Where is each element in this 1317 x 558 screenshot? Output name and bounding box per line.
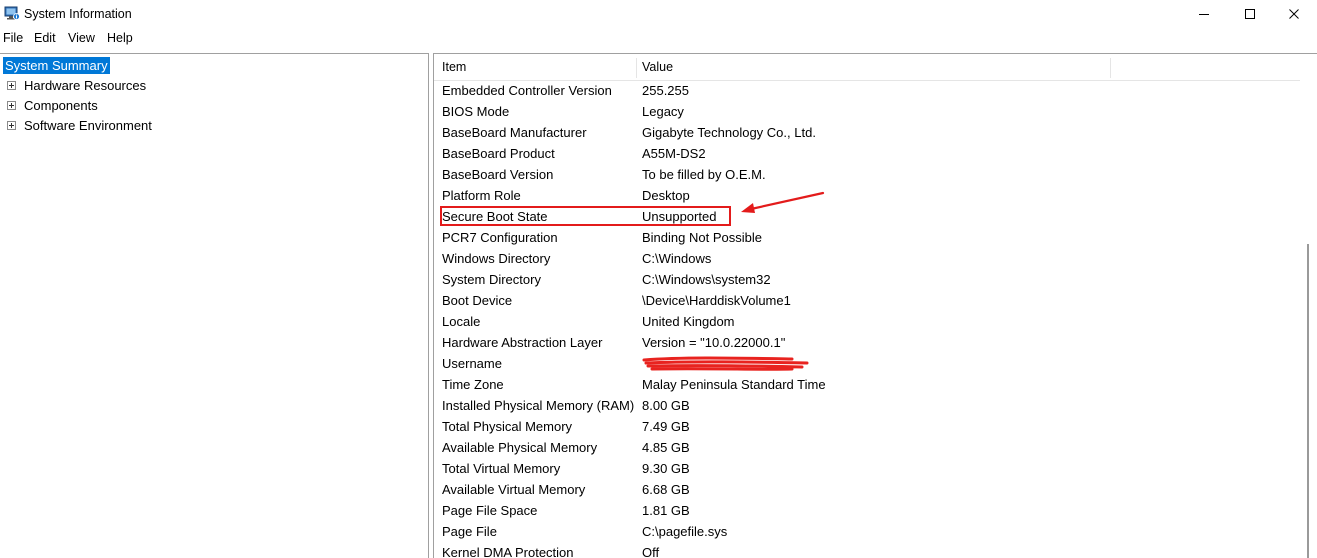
minimize-button[interactable] <box>1181 0 1227 28</box>
table-row[interactable]: Windows Directory C:\Windows <box>434 248 1300 269</box>
menu-edit[interactable]: Edit <box>34 31 56 45</box>
item-cell: Hardware Abstraction Layer <box>442 335 603 350</box>
item-cell: Total Physical Memory <box>442 419 573 434</box>
value-cell: Version = "10.0.22000.1" <box>642 335 786 350</box>
list-header: Item Value <box>434 54 1300 81</box>
value-cell: Desktop <box>642 188 690 203</box>
vertical-scrollbar[interactable] <box>1300 54 1317 558</box>
table-row[interactable]: Available Virtual Memory 6.68 GB <box>434 479 1300 500</box>
item-cell: PCR7 Configuration <box>442 230 558 245</box>
table-row[interactable]: Page File Space 1.81 GB <box>434 500 1300 521</box>
value-cell: 7.49 GB <box>642 419 690 434</box>
value-cell: C:\Windows\system32 <box>642 272 771 287</box>
item-cell: Locale <box>442 314 481 329</box>
item-cell: Page File Space <box>442 503 538 518</box>
table-row[interactable]: Embedded Controller Version 255.255 <box>434 80 1300 101</box>
item-cell: Available Physical Memory <box>442 440 598 455</box>
value-cell: \Device\HarddiskVolume1 <box>642 293 791 308</box>
annotation-arrow-icon <box>741 191 825 213</box>
redaction-scribble <box>642 356 809 371</box>
value-cell: United Kingdom <box>642 314 735 329</box>
table-row[interactable]: Time Zone Malay Peninsula Standard Time <box>434 374 1300 395</box>
table-row[interactable]: System Directory C:\Windows\system32 <box>434 269 1300 290</box>
details-list[interactable]: Item Value Embedded Controller Version 25… <box>433 53 1317 558</box>
item-cell: Embedded Controller Version <box>442 83 612 98</box>
value-cell: 9.30 GB <box>642 461 690 476</box>
column-divider[interactable] <box>636 58 637 78</box>
plus-expander-icon[interactable] <box>7 121 16 130</box>
menu-help[interactable]: Help <box>107 31 133 45</box>
scrollbar-thumb[interactable] <box>1307 244 1309 558</box>
tree-item-label: Hardware Resources <box>24 78 147 93</box>
table-row[interactable]: Installed Physical Memory (RAM) 8.00 GB <box>434 395 1300 416</box>
table-row[interactable]: BaseBoard Manufacturer Gigabyte Technolog… <box>434 122 1300 143</box>
tree-item-label: Software Environment <box>24 118 152 133</box>
title-bar: System Information <box>0 0 1317 28</box>
column-divider[interactable] <box>1110 58 1111 78</box>
system-information-icon <box>4 6 20 20</box>
value-cell: 8.00 GB <box>642 398 690 413</box>
item-cell: Page File <box>442 524 497 539</box>
menu-view[interactable]: View <box>68 31 95 45</box>
item-cell: Available Virtual Memory <box>442 482 586 497</box>
close-icon <box>1289 9 1299 19</box>
menu-bar: File Edit View Help <box>0 30 1317 48</box>
item-cell: Installed Physical Memory (RAM) <box>442 398 635 413</box>
value-cell: Gigabyte Technology Co., Ltd. <box>642 125 816 140</box>
item-cell: Platform Role <box>442 188 521 203</box>
value-cell: Malay Peninsula Standard Time <box>642 377 826 392</box>
table-row[interactable]: BaseBoard Product A55M-DS2 <box>434 143 1300 164</box>
value-cell: Legacy <box>642 104 684 119</box>
menu-file[interactable]: File <box>3 31 23 45</box>
item-cell: Total Virtual Memory <box>442 461 561 476</box>
table-row[interactable]: Locale United Kingdom <box>434 311 1300 332</box>
value-cell: C:\pagefile.sys <box>642 524 728 539</box>
table-row[interactable]: PCR7 Configuration Binding Not Possible <box>434 227 1300 248</box>
tree-item-system-summary[interactable]: System Summary <box>3 57 110 74</box>
table-row[interactable]: Total Physical Memory 7.49 GB <box>434 416 1300 437</box>
item-cell: BaseBoard Version <box>442 167 554 182</box>
item-cell: Username <box>442 356 502 371</box>
value-cell: 4.85 GB <box>642 440 690 455</box>
value-cell: 1.81 GB <box>642 503 690 518</box>
table-row[interactable]: Page File C:\pagefile.sys <box>434 521 1300 542</box>
plus-expander-icon[interactable] <box>7 101 16 110</box>
item-cell: Time Zone <box>442 377 504 392</box>
table-row[interactable]: BaseBoard Version To be filled by O.E.M. <box>434 164 1300 185</box>
close-button[interactable] <box>1271 0 1317 28</box>
item-cell: Kernel DMA Protection <box>442 545 574 558</box>
value-cell: Off <box>642 545 660 558</box>
value-cell: Binding Not Possible <box>642 230 762 245</box>
tree-item-label: Components <box>24 98 98 113</box>
table-row[interactable]: Platform Role Desktop <box>434 185 1300 206</box>
value-cell: To be filled by O.E.M. <box>642 167 766 182</box>
item-cell: Windows Directory <box>442 251 551 266</box>
value-cell: C:\Windows <box>642 251 712 266</box>
column-header-value[interactable]: Value <box>642 60 673 74</box>
item-cell: BaseBoard Product <box>442 146 555 161</box>
table-row[interactable]: BIOS Mode Legacy <box>434 101 1300 122</box>
window-title: System Information <box>24 7 132 21</box>
table-row[interactable]: Hardware Abstraction Layer Version = "10.… <box>434 332 1300 353</box>
value-cell: 6.68 GB <box>642 482 690 497</box>
table-row[interactable]: Boot Device \Device\HarddiskVolume1 <box>434 290 1300 311</box>
table-row[interactable]: Kernel DMA Protection Off <box>434 542 1300 558</box>
value-cell: 255.255 <box>642 83 689 98</box>
annotation-highlight-box <box>440 206 731 226</box>
table-row[interactable]: Available Physical Memory 4.85 GB <box>434 437 1300 458</box>
table-row[interactable]: Total Virtual Memory 9.30 GB <box>434 458 1300 479</box>
item-cell: Boot Device <box>442 293 513 308</box>
item-cell: BIOS Mode <box>442 104 510 119</box>
maximize-button[interactable] <box>1227 0 1273 28</box>
maximize-icon <box>1245 9 1255 19</box>
plus-expander-icon[interactable] <box>7 81 16 90</box>
column-header-item[interactable]: Item <box>442 60 466 74</box>
minimize-icon <box>1199 14 1209 15</box>
item-cell: BaseBoard Manufacturer <box>442 125 587 140</box>
value-cell: A55M-DS2 <box>642 146 706 161</box>
category-tree[interactable]: System Summary Hardware Resources Compon… <box>0 53 429 558</box>
table-row[interactable]: Username <box>434 353 1300 374</box>
item-cell: System Directory <box>442 272 541 287</box>
